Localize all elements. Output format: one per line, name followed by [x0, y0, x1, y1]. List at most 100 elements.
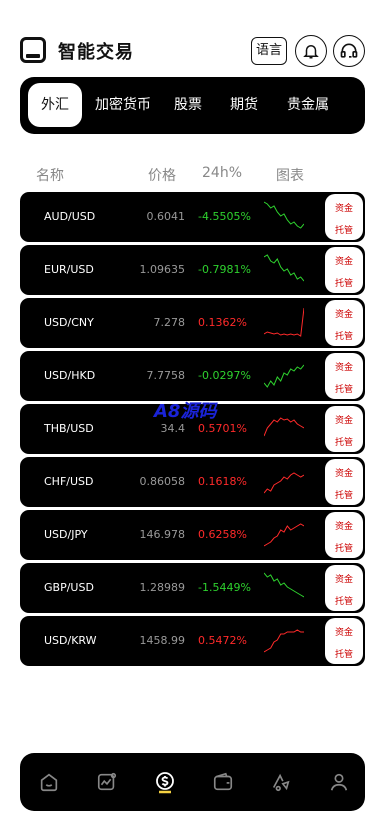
home-icon[interactable]: [36, 769, 62, 795]
trade-button-line2: 托管: [334, 650, 353, 660]
bottom-navigation: [20, 753, 365, 811]
sparkline-line: [264, 201, 304, 229]
currency-pair: USD/JPY: [44, 528, 88, 541]
market-chart-icon[interactable]: [94, 769, 120, 795]
trade-button-line1: 资金: [334, 469, 353, 479]
trade-button-line2: 托管: [334, 279, 353, 289]
trade-button-line1: 资金: [334, 310, 353, 320]
change-percent: 0.1618%: [198, 475, 247, 488]
column-header-name: 名称: [36, 168, 64, 184]
price-value: 146.978: [139, 528, 186, 541]
price-value: 1.28989: [139, 581, 186, 594]
app-title: 智能交易: [58, 42, 134, 63]
customer-support-icon[interactable]: [333, 35, 365, 67]
sparkline-line: [264, 629, 304, 653]
sparkline-line: [264, 254, 304, 282]
price-value: 1458.99: [139, 634, 186, 647]
watermark-text: A8源码: [154, 401, 217, 422]
arrows-icon[interactable]: [268, 769, 294, 795]
notification-bell-icon[interactable]: [295, 35, 327, 67]
price-value: 1.09635: [139, 263, 186, 276]
change-percent: -0.0297%: [198, 369, 251, 382]
change-percent: -4.5505%: [198, 210, 251, 223]
currency-pair: THB/USD: [44, 422, 94, 435]
custody-trade-button[interactable]: 资金 托管: [325, 565, 363, 611]
price-value: 0.6041: [146, 210, 186, 223]
trade-button-line2: 托管: [334, 332, 353, 342]
custody-trade-button[interactable]: 资金 托管: [325, 618, 363, 664]
sparkline-chart: [264, 472, 304, 494]
currency-pair: USD/CNY: [44, 316, 94, 329]
trade-button-line1: 资金: [334, 257, 353, 267]
sparkline-chart: [264, 307, 304, 337]
custody-trade-button[interactable]: 资金 托管: [325, 300, 363, 346]
custody-trade-button[interactable]: 资金 托管: [325, 459, 363, 505]
trade-button-line1: 资金: [334, 522, 353, 532]
custody-trade-button[interactable]: 资金 托管: [325, 194, 363, 240]
sparkline-chart: [264, 254, 304, 282]
change-percent: 0.1362%: [198, 316, 247, 329]
sparkline-line: [264, 417, 304, 437]
column-header-chart: 图表: [276, 168, 304, 184]
trade-button-line1: 资金: [334, 204, 353, 214]
tab-precious-metals[interactable]: 贵金属: [280, 83, 336, 127]
currency-pair: EUR/USD: [44, 263, 94, 276]
market-category-tabs: 外汇 加密货币 股票 期货 贵金属: [20, 77, 365, 134]
quote-row[interactable]: AUD/USD 0.6041 -4.5505% 资金托管: [20, 192, 365, 242]
trade-dollar-icon[interactable]: [152, 769, 178, 795]
trade-button-line2: 托管: [334, 438, 353, 448]
sparkline-chart: [264, 629, 304, 653]
price-value: 7.7758: [146, 369, 186, 382]
quote-row[interactable]: USD/KRW 1458.99 0.5472% 资金 托管: [20, 616, 365, 666]
sparkline-line: [264, 572, 304, 598]
app-header: 智能交易 语言: [20, 34, 365, 70]
currency-pair: GBP/USD: [44, 581, 94, 594]
trade-button-line2: 托管: [334, 385, 353, 395]
trade-button-line1: 资金: [334, 416, 353, 426]
quote-row[interactable]: GBP/USD 1.28989 -1.5449% 资金托管: [20, 563, 365, 613]
trade-button-line2: 托管: [334, 544, 353, 554]
currency-pair: AUD/USD: [44, 210, 96, 223]
trade-button-line1: 资金: [334, 363, 353, 373]
change-percent: -1.5449%: [198, 581, 251, 594]
user-icon[interactable]: [326, 769, 352, 795]
sparkline-line: [264, 364, 304, 388]
change-percent: 0.6258%: [198, 528, 247, 541]
wallet-icon[interactable]: [210, 769, 236, 795]
sparkline-chart: [264, 417, 304, 437]
sparkline-chart: [264, 572, 304, 598]
app-logo-icon: [20, 37, 46, 63]
change-percent: 0.5472%: [198, 634, 247, 647]
sparkline-chart: [264, 523, 304, 547]
quote-row[interactable]: EUR/USD 1.09635 -0.7981% 资金托管: [20, 245, 365, 295]
tab-futures[interactable]: 期货: [224, 83, 264, 127]
trade-button-line2: 托管: [334, 597, 353, 607]
price-value: 7.278: [153, 316, 186, 329]
tab-forex[interactable]: 外汇: [28, 83, 82, 127]
sparkline-chart: [264, 201, 304, 229]
trade-button-line2: 托管: [334, 491, 353, 501]
trade-button-line2: 托管: [334, 226, 353, 236]
quote-row[interactable]: CHF/USD 0.86058 0.1618% 资金托管: [20, 457, 365, 507]
tab-stocks[interactable]: 股票: [168, 83, 208, 127]
custody-trade-button[interactable]: 资金 托管: [325, 406, 363, 452]
sparkline-line: [264, 472, 304, 494]
price-value: 0.86058: [139, 475, 186, 488]
currency-pair: USD/KRW: [44, 634, 97, 647]
sparkline-chart: [264, 364, 304, 388]
quote-row[interactable]: USD/JPY 146.978 0.6258% 资金托管: [20, 510, 365, 560]
sparkline-line: [264, 307, 304, 337]
trade-button-line1: 资金: [334, 575, 353, 585]
change-percent: -0.7981%: [198, 263, 251, 276]
column-header-change: 24h%: [202, 165, 242, 181]
currency-pair: CHF/USD: [44, 475, 94, 488]
currency-pair: USD/HKD: [44, 369, 96, 382]
custody-trade-button[interactable]: 资金 托管: [325, 512, 363, 558]
tab-crypto[interactable]: 加密货币: [90, 83, 156, 127]
quote-row[interactable]: USD/CNY 7.278 0.1362% 资金托管: [20, 298, 365, 348]
custody-trade-button[interactable]: 资金 托管: [325, 247, 363, 293]
custody-trade-button[interactable]: 资金 托管: [325, 353, 363, 399]
column-header-price: 价格: [148, 168, 176, 184]
language-button[interactable]: 语言: [251, 37, 287, 65]
quote-row[interactable]: USD/HKD 7.7758 -0.0297% 资金托管: [20, 351, 365, 401]
